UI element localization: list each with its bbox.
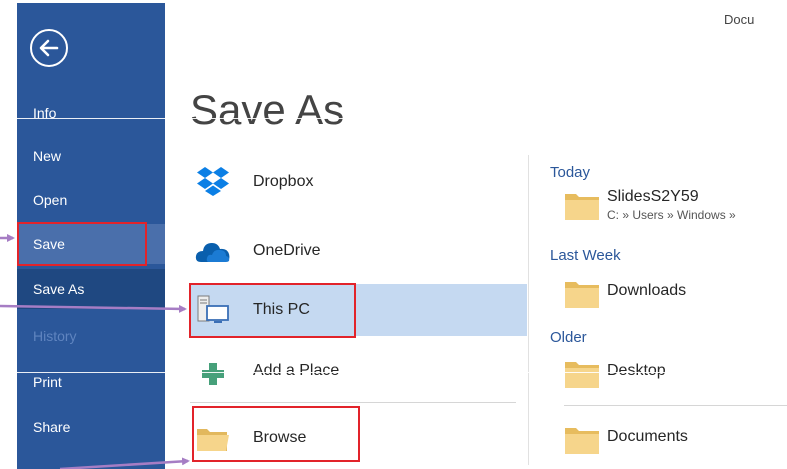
arrow-to-this-pc (0, 304, 187, 313)
annotation-arrows (0, 234, 190, 469)
save-as-backstage: Info New Open Save Save As History Print… (0, 0, 787, 469)
arrow-to-browse (59, 457, 190, 469)
